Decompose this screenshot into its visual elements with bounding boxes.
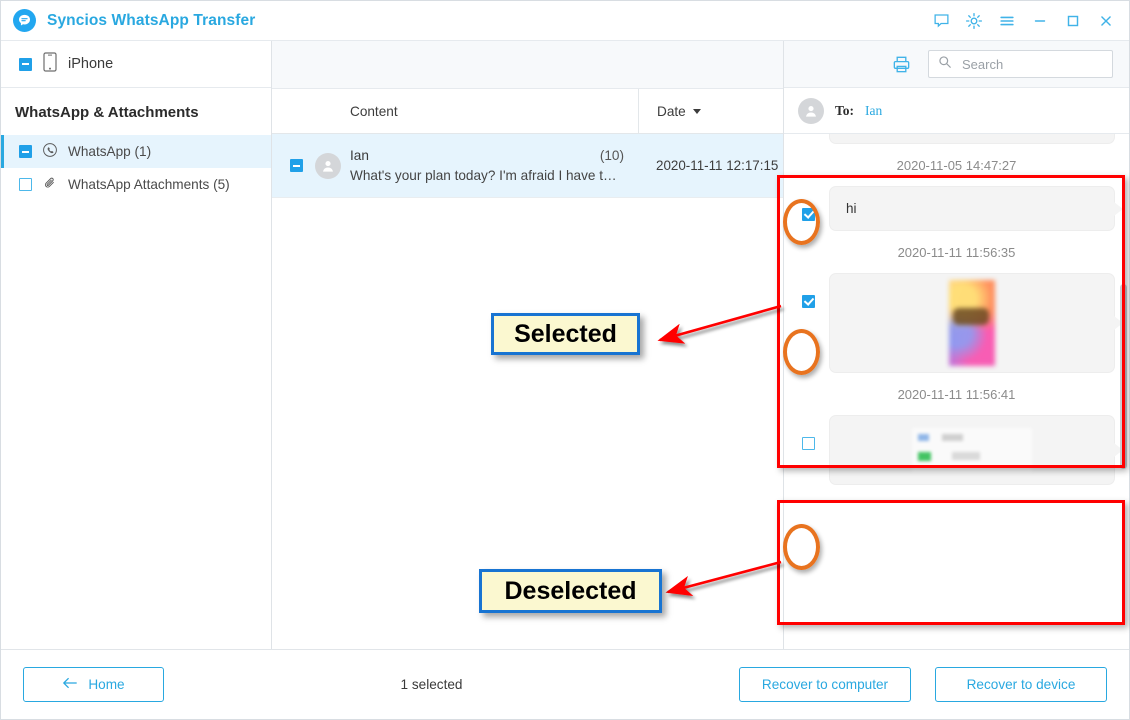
message-bubble[interactable]: [829, 273, 1123, 373]
whatsapp-checkbox[interactable]: [19, 145, 32, 158]
title-bar: Syncios WhatsApp Transfer: [1, 1, 1129, 41]
column-header-date[interactable]: Date: [638, 89, 783, 133]
message-bubble: hi: [829, 186, 1123, 231]
row-date: 2020-11-11 12:17:15: [656, 158, 779, 173]
sidebar: iPhone WhatsApp & Attachments WhatsApp (…: [1, 41, 272, 649]
avatar: [315, 152, 341, 179]
message-row[interactable]: hi: [784, 186, 1129, 231]
home-button-label: Home: [88, 677, 125, 692]
app-brand: Syncios WhatsApp Transfer: [13, 9, 255, 32]
sidebar-item-whatsapp[interactable]: WhatsApp (1): [1, 135, 271, 168]
sidebar-device-iphone[interactable]: iPhone: [1, 41, 271, 88]
message-timestamp: 2020-11-05 14:47:27: [896, 158, 1017, 173]
recover-to-device-button[interactable]: Recover to device: [935, 667, 1107, 702]
close-icon[interactable]: [1091, 6, 1121, 36]
sidebar-item-label: WhatsApp Attachments (5): [68, 177, 230, 192]
chat-to-label: To:: [835, 102, 855, 118]
row-checkbox[interactable]: [290, 159, 303, 172]
app-logo-icon: [13, 9, 36, 32]
minimize-icon[interactable]: [1025, 6, 1055, 36]
recover-to-computer-button[interactable]: Recover to computer: [739, 667, 911, 702]
message-image-thumbnail[interactable]: [949, 280, 995, 366]
footer-actions: Recover to computer Recover to device: [739, 667, 1107, 702]
list-header: Content Date: [272, 89, 783, 134]
menu-icon[interactable]: [992, 6, 1022, 36]
window-controls: [926, 6, 1121, 36]
row-left: [272, 152, 350, 179]
table-row[interactable]: Ian (10) What's your plan today? I'm afr…: [272, 134, 783, 198]
feedback-icon[interactable]: [926, 6, 956, 36]
message-bubble[interactable]: [829, 415, 1123, 485]
column-header-date-label: Date: [657, 103, 686, 119]
attachments-checkbox[interactable]: [19, 178, 32, 191]
footer-toolbar: Home 1 selected Recover to computer Reco…: [1, 649, 1129, 719]
message-group: 2020-11-05 14:47:27 hi: [784, 144, 1129, 231]
message-row[interactable]: [784, 134, 1129, 144]
message-checkbox[interactable]: [802, 208, 815, 221]
phone-icon: [43, 51, 57, 77]
message-timestamp: 2020-11-11 11:56:35: [897, 245, 1016, 260]
application-window: Syncios WhatsApp Transfer iPhone WhatsAp…: [0, 0, 1130, 720]
chat-to-name[interactable]: Ian: [865, 103, 882, 119]
message-row[interactable]: [784, 415, 1129, 485]
row-contact-name: Ian: [350, 148, 369, 163]
row-main: Ian (10) What's your plan today? I'm afr…: [350, 148, 638, 183]
avatar: [798, 97, 824, 124]
message-row[interactable]: [784, 273, 1129, 373]
message-image-thumbnail[interactable]: [912, 428, 1032, 472]
message-bubble: [829, 134, 1115, 144]
chevron-down-icon: [692, 108, 701, 114]
chat-scroll-area[interactable]: 2020-11-05 14:47:27 hi 2020-11-11 11:56:…: [784, 134, 1129, 649]
search-box[interactable]: [928, 50, 1113, 78]
printer-icon[interactable]: [891, 54, 912, 75]
search-input[interactable]: [960, 55, 1103, 73]
message-group: 2020-11-11 11:56:35: [784, 231, 1129, 373]
message-text: hi: [846, 201, 857, 216]
chat-header: To: Ian: [784, 88, 1129, 134]
app-title: Syncios WhatsApp Transfer: [47, 11, 256, 29]
chat-scrollbar-thumb[interactable]: [1120, 284, 1127, 469]
content-toolbar: [272, 41, 783, 89]
chat-panel: To: Ian 2020-11-05 14:47:27 hi: [784, 41, 1129, 649]
paperclip-icon: [42, 175, 58, 194]
search-icon: [938, 55, 952, 74]
row-top: Ian (10): [350, 148, 624, 163]
message-timestamp: 2020-11-11 11:56:41: [897, 387, 1016, 402]
message-group: 2020-11-11 11:56:41: [784, 373, 1129, 485]
sidebar-item-whatsapp-attachments[interactable]: WhatsApp Attachments (5): [1, 168, 271, 201]
content-panel: Content Date Ian (10) What's your plan t…: [272, 41, 784, 649]
gear-icon[interactable]: [959, 6, 989, 36]
maximize-icon[interactable]: [1058, 6, 1088, 36]
row-snippet: What's your plan today? I'm afraid I hav…: [350, 168, 624, 183]
row-message-count: (10): [599, 148, 624, 163]
sidebar-item-label: WhatsApp (1): [68, 144, 152, 159]
sidebar-section-title: WhatsApp & Attachments: [1, 88, 271, 135]
whatsapp-icon: [42, 142, 58, 161]
message-checkbox[interactable]: [802, 295, 815, 308]
selected-count: 1 selected: [400, 677, 463, 692]
message-checkbox[interactable]: [802, 437, 815, 450]
arrow-left-icon: [62, 677, 78, 692]
chat-toolbar: [784, 41, 1129, 88]
device-checkbox[interactable]: [19, 57, 32, 71]
device-label: iPhone: [68, 56, 114, 72]
main-body: iPhone WhatsApp & Attachments WhatsApp (…: [1, 41, 1129, 649]
column-header-content: Content: [350, 103, 398, 119]
